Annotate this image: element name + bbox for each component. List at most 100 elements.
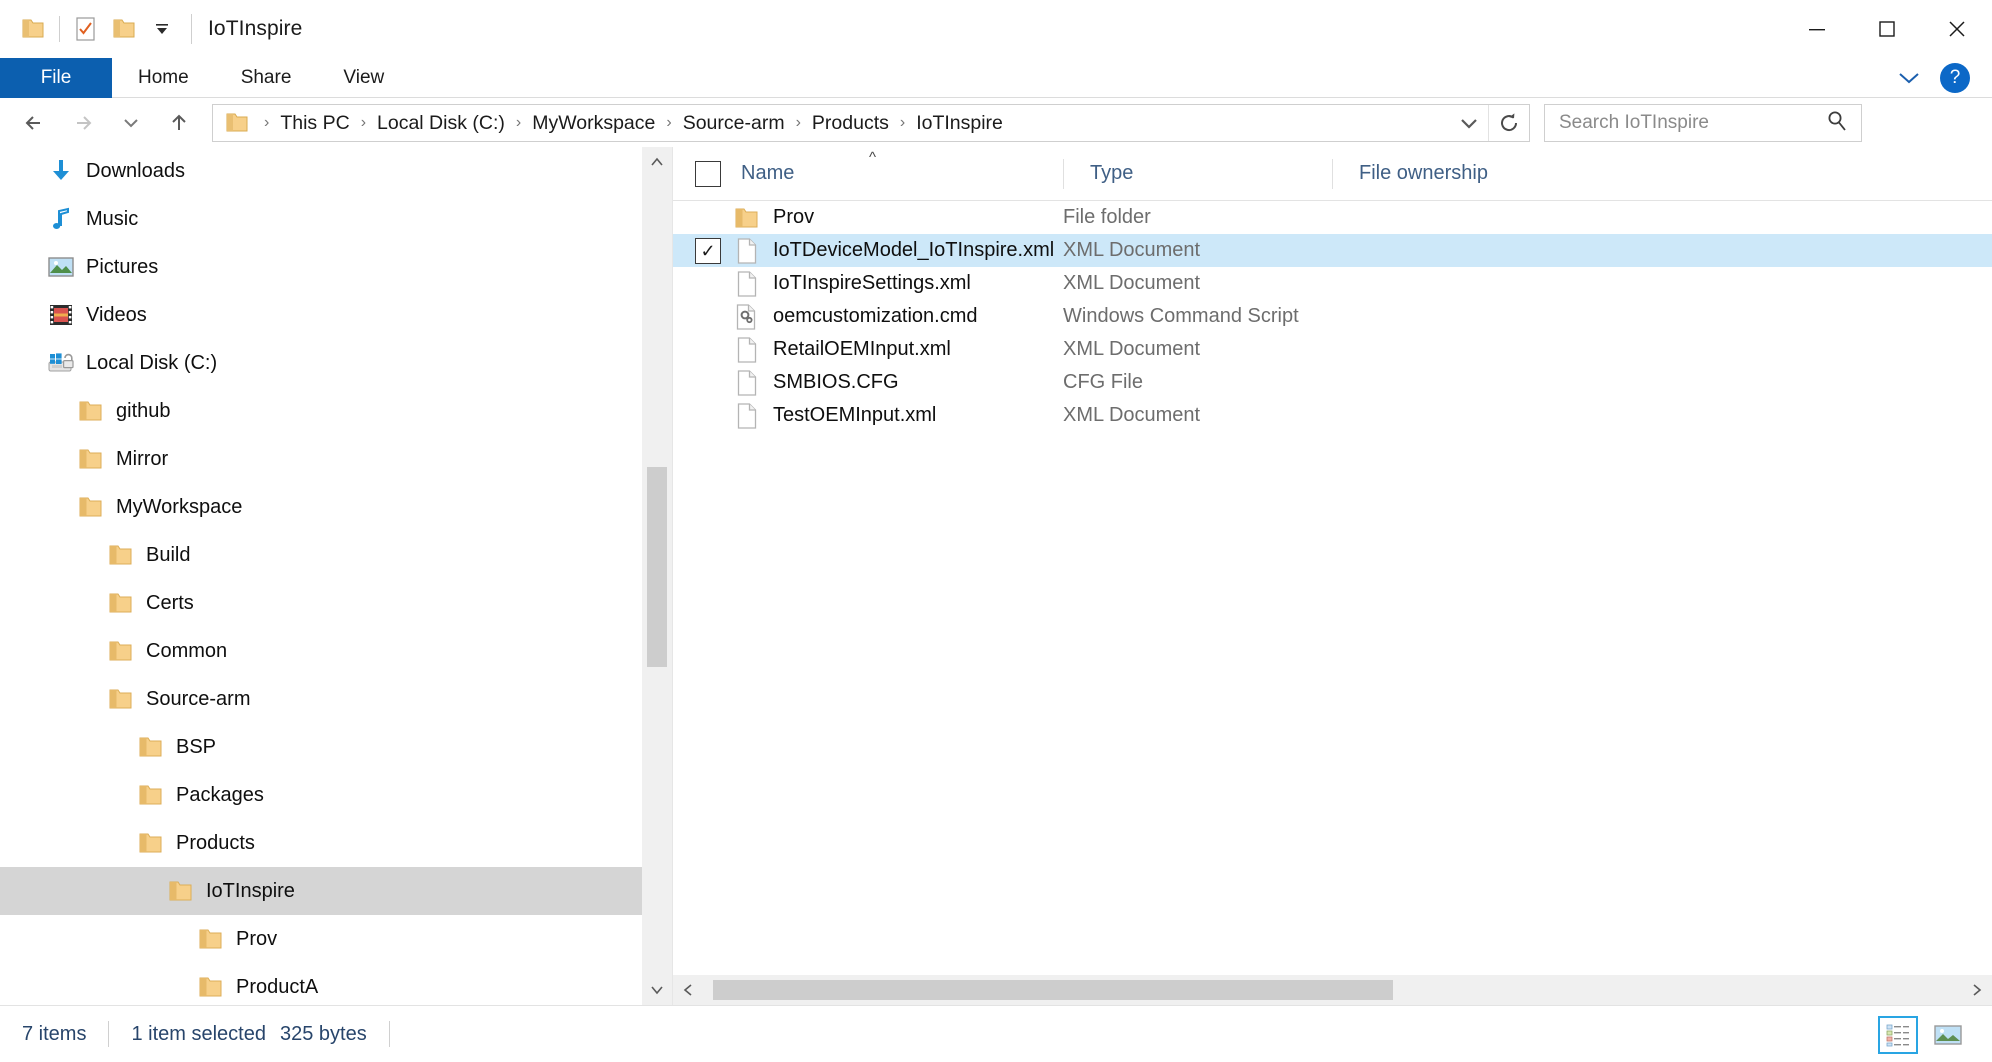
column-header-file-ownership[interactable]: File ownership <box>1333 147 1488 201</box>
scroll-down-icon[interactable] <box>642 975 672 1005</box>
breadcrumb-item-local-disk[interactable]: Local Disk (C:) <box>371 112 511 135</box>
table-row[interactable]: SMBIOS.CFGCFG File <box>673 366 1992 399</box>
table-row[interactable]: IoTInspireSettings.xmlXML Document <box>673 267 1992 300</box>
sidebar-item-label: Videos <box>86 304 147 327</box>
breadcrumb-item-this-pc[interactable]: This PC <box>274 112 355 135</box>
table-row[interactable]: oemcustomization.cmdWindows Command Scri… <box>673 300 1992 333</box>
window-controls <box>1782 0 1992 58</box>
sidebar-item-producta[interactable]: ProductA <box>0 963 672 1005</box>
column-header-name[interactable]: ^ Name <box>673 147 1063 201</box>
sidebar-item-pictures[interactable]: Pictures <box>0 243 672 291</box>
sidebar-item-mirror[interactable]: Mirror <box>0 435 672 483</box>
details-view-button[interactable] <box>1878 1016 1918 1054</box>
search-icon[interactable] <box>1825 109 1849 138</box>
item-count-label: 7 items <box>22 1023 86 1046</box>
scroll-right-icon[interactable] <box>1962 975 1992 1005</box>
forward-button[interactable] <box>62 102 104 144</box>
folder-icon <box>166 879 196 903</box>
tab-file[interactable]: File <box>0 58 112 98</box>
sidebar-item-build[interactable]: Build <box>0 531 672 579</box>
breadcrumb-item-iotinspire[interactable]: IoTInspire <box>910 112 1009 135</box>
table-row[interactable]: RetailOEMInput.xmlXML Document <box>673 333 1992 366</box>
music-icon <box>46 206 76 232</box>
recent-locations-button[interactable] <box>110 102 152 144</box>
column-header-type[interactable]: Type <box>1064 147 1332 201</box>
breadcrumb[interactable]: › This PC › Local Disk (C:) › MyWorkspac… <box>212 104 1530 142</box>
sidebar-item-common[interactable]: Common <box>0 627 672 675</box>
sidebar-item-label: Mirror <box>116 448 168 471</box>
breadcrumb-item-products[interactable]: Products <box>806 112 895 135</box>
table-row[interactable]: TestOEMInput.xmlXML Document <box>673 399 1992 432</box>
up-button[interactable] <box>158 102 200 144</box>
folder-icon <box>76 495 106 519</box>
folder-icon <box>76 399 106 423</box>
chevron-down-icon[interactable] <box>1892 61 1926 95</box>
ribbon-right-controls: ? <box>1892 58 1982 98</box>
folder-icon <box>106 543 136 567</box>
file-list-pane: ^ Name Type File ownership ProvFile fold… <box>672 147 1992 1005</box>
file-name: oemcustomization.cmd <box>773 305 978 328</box>
sidebar-item-music[interactable]: Music <box>0 195 672 243</box>
search-input[interactable]: Search IoTInspire <box>1544 104 1862 142</box>
tab-view[interactable]: View <box>317 58 410 98</box>
refresh-icon[interactable] <box>1489 105 1529 141</box>
help-button[interactable]: ? <box>1940 63 1970 93</box>
navigation-scrollbar[interactable] <box>642 147 672 1005</box>
sidebar-item-packages[interactable]: Packages <box>0 771 672 819</box>
sidebar-item-label: Pictures <box>86 256 158 279</box>
large-icons-view-button[interactable] <box>1928 1016 1968 1054</box>
file-scroll-track[interactable] <box>703 975 1962 1005</box>
table-row[interactable]: ✓IoTDeviceModel_IoTInspire.xmlXML Docume… <box>673 234 1992 267</box>
folder-icon <box>733 206 761 230</box>
select-all-checkbox[interactable] <box>695 161 721 187</box>
customize-dropdown-icon[interactable] <box>143 10 181 48</box>
file-list-horizontal-scrollbar[interactable] <box>673 975 1992 1005</box>
folder-icon <box>196 927 226 951</box>
downloads-icon <box>46 158 76 184</box>
breadcrumb-item-myworkspace[interactable]: MyWorkspace <box>526 112 661 135</box>
scroll-up-icon[interactable] <box>642 147 672 177</box>
maximize-button[interactable] <box>1852 0 1922 58</box>
navigation-scroll-thumb[interactable] <box>647 467 667 667</box>
sidebar-item-videos[interactable]: Videos <box>0 291 672 339</box>
sidebar-item-label: BSP <box>176 736 216 759</box>
navigation-scroll-track[interactable] <box>642 177 672 975</box>
sidebar-item-label: MyWorkspace <box>116 496 242 519</box>
tab-home[interactable]: Home <box>112 58 215 98</box>
file-type: XML Document <box>1063 404 1200 427</box>
sidebar-item-github[interactable]: github <box>0 387 672 435</box>
pictures-icon <box>46 256 76 278</box>
file-name: SMBIOS.CFG <box>773 371 899 394</box>
quick-access-toolbar: IoTInspire <box>0 0 302 58</box>
row-checkbox[interactable]: ✓ <box>695 238 721 264</box>
sidebar-item-label: Common <box>146 640 227 663</box>
column-header-type-label: Type <box>1090 162 1133 185</box>
sidebar-item-prov[interactable]: Prov <box>0 915 672 963</box>
minimize-button[interactable] <box>1782 0 1852 58</box>
sidebar-item-label: IoTInspire <box>206 880 295 903</box>
tab-share[interactable]: Share <box>215 58 318 98</box>
close-button[interactable] <box>1922 0 1992 58</box>
sidebar-item-certs[interactable]: Certs <box>0 579 672 627</box>
back-button[interactable] <box>14 102 56 144</box>
sidebar-item-source-arm[interactable]: Source-arm <box>0 675 672 723</box>
scroll-left-icon[interactable] <box>673 975 703 1005</box>
column-header-ownership-label: File ownership <box>1359 162 1488 185</box>
file-scroll-thumb[interactable] <box>713 980 1393 1000</box>
sidebar-item-downloads[interactable]: Downloads <box>0 147 672 195</box>
new-folder-icon[interactable] <box>105 10 143 48</box>
breadcrumb-item-source-arm[interactable]: Source-arm <box>677 112 791 135</box>
status-bar: 7 items 1 item selected 325 bytes <box>0 1005 1992 1062</box>
sidebar-item-local-disk-c[interactable]: Local Disk (C:) <box>0 339 672 387</box>
folder-icon <box>106 687 136 711</box>
sidebar-item-bsp[interactable]: BSP <box>0 723 672 771</box>
chevron-down-icon[interactable] <box>1450 105 1488 141</box>
folder-icon[interactable] <box>14 10 52 48</box>
sidebar-item-iotinspire[interactable]: IoTInspire <box>0 867 672 915</box>
table-row[interactable]: ProvFile folder <box>673 201 1992 234</box>
xml-document-icon <box>733 337 761 363</box>
file-type: XML Document <box>1063 239 1200 262</box>
sidebar-item-products[interactable]: Products <box>0 819 672 867</box>
properties-checkbox-icon[interactable] <box>67 10 105 48</box>
sidebar-item-myworkspace[interactable]: MyWorkspace <box>0 483 672 531</box>
